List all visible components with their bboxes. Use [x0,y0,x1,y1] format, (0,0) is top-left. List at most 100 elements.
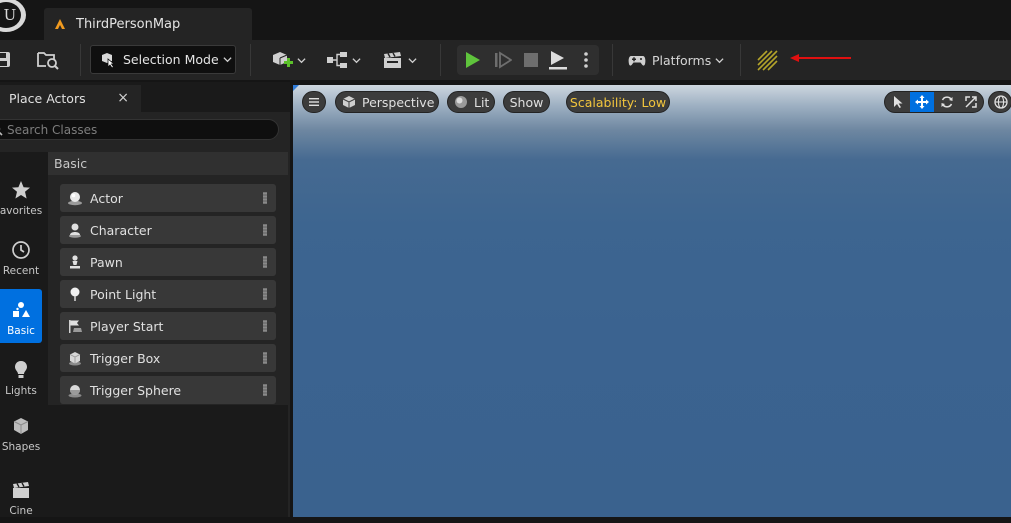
list-item-point-light[interactable]: Point Light [60,280,276,308]
stop-icon [524,53,538,67]
list-item-character[interactable]: Character [60,216,276,244]
category-recent[interactable]: Recent [0,229,42,283]
close-icon[interactable]: × [117,90,129,106]
drag-handle-icon[interactable] [263,192,267,204]
search-box[interactable] [0,119,279,140]
drag-handle-icon[interactable] [263,256,267,268]
scale-tool-button[interactable] [959,92,983,112]
trigger-box-icon [69,352,81,366]
lightbulb-icon [15,361,27,378]
tab-label: ThirdPersonMap [76,16,181,32]
add-actor-icon [273,52,293,67]
toolbar-separator [740,44,741,76]
platforms-label: Platforms [652,52,712,68]
title-bar: U ThirdPersonMap [0,0,1011,40]
hamburger-menu-icon [309,98,319,106]
category-shapes[interactable]: Shapes [0,409,42,459]
list-item-player-start[interactable]: Player Start [60,312,276,340]
gamepad-icon [628,56,646,66]
actor-label: Pawn [90,254,123,270]
selection-mode-icon [102,52,115,68]
kebab-menu-icon [584,52,588,68]
play-options-button[interactable] [582,51,590,72]
browse-content-button[interactable] [36,44,60,76]
drag-handle-icon[interactable] [263,384,267,396]
perspective-dropdown[interactable]: Perspective [335,91,439,113]
list-item-trigger-sphere[interactable]: Trigger Sphere [60,376,276,404]
select-tool-button[interactable] [886,92,910,112]
category-label: Cine [9,505,33,517]
show-label: Show [509,94,544,110]
save-button[interactable] [0,44,12,76]
red-arrow-annotation [790,54,851,62]
advance-frame-icon [495,51,513,69]
save-icon [0,52,10,67]
toolbar-separator [612,44,613,76]
category-lights[interactable]: Lights [0,349,42,403]
drag-handle-icon[interactable] [263,352,267,364]
blueprint-nodes-icon [327,52,347,68]
eject-icon [549,51,567,70]
toolbar-separator [250,44,251,76]
rotate-tool-button[interactable] [935,92,959,112]
scalability-warning[interactable]: Scalability: Low [566,91,670,113]
tab-place-actors[interactable]: Place Actors × [0,85,141,112]
eject-button[interactable] [548,50,568,73]
point-light-icon [70,287,80,301]
compile-status-button[interactable] [756,44,778,76]
actor-list: Actor Character Pawn Point Light Player … [48,175,288,405]
chevron-down-icon [352,57,361,63]
show-flags-dropdown[interactable]: Show [503,91,550,113]
category-label: Basic [7,325,35,337]
add-actor-dropdown[interactable] [271,44,306,76]
coordinate-system-button[interactable] [988,91,1011,113]
toolbar-separator [80,44,81,76]
list-item-pawn[interactable]: Pawn [60,248,276,276]
list-item-actor[interactable]: Actor [60,184,276,212]
panel-body: avorites Recent Basic Lights Shapes Cine [0,112,290,517]
level-viewport[interactable]: Perspective Lit Show Scalability: Low [293,85,1011,517]
selection-mode-dropdown[interactable]: Selection Mode [90,45,236,74]
transform-tools [884,91,984,113]
category-favorites[interactable]: avorites [0,169,42,223]
blueprints-dropdown[interactable] [326,44,361,76]
tab-third-person-map[interactable]: ThirdPersonMap [44,8,252,40]
chevron-down-icon [297,57,306,63]
level-icon [55,19,65,29]
actor-label: Player Start [90,318,164,334]
move-arrows-icon [915,95,929,109]
toolbar-separator [440,44,441,76]
drag-handle-icon[interactable] [263,320,267,332]
search-input[interactable] [7,122,247,137]
translate-tool-button[interactable] [910,92,934,112]
cursor-arrow-icon [894,96,903,108]
unreal-logo[interactable]: U [0,0,26,32]
basic-shapes-icon [13,302,30,317]
actor-label: Point Light [90,286,157,302]
play-controls [457,45,599,75]
play-button[interactable] [465,51,481,72]
cinematics-dropdown[interactable] [382,44,417,76]
category-label: avorites [0,205,42,217]
clapperboard-icon [13,482,29,498]
category-cinematic[interactable]: Cine [0,469,42,523]
viewport-options-button[interactable] [302,91,326,113]
category-sidebar: avorites Recent Basic Lights Shapes Cine [0,152,48,517]
actor-label: Actor [90,190,123,206]
view-mode-dropdown[interactable]: Lit [447,91,495,113]
cube-icon [342,96,356,108]
drag-handle-icon[interactable] [263,224,267,236]
play-icon [466,52,480,68]
selection-mode-label: Selection Mode [123,52,219,67]
advance-frame-button[interactable] [494,51,513,72]
platforms-dropdown[interactable]: Platforms [628,44,724,76]
main-toolbar: Selection Mode Platforms [0,40,1011,80]
chevron-down-icon [223,57,232,63]
pawn-icon [70,255,80,269]
list-item-trigger-box[interactable]: Trigger Box [60,344,276,372]
category-basic[interactable]: Basic [0,289,42,343]
actor-list-area: Basic Actor Character Pawn Point Light P… [48,152,288,517]
section-header: Basic [48,152,288,175]
stop-button[interactable] [523,52,539,71]
drag-handle-icon[interactable] [263,288,267,300]
